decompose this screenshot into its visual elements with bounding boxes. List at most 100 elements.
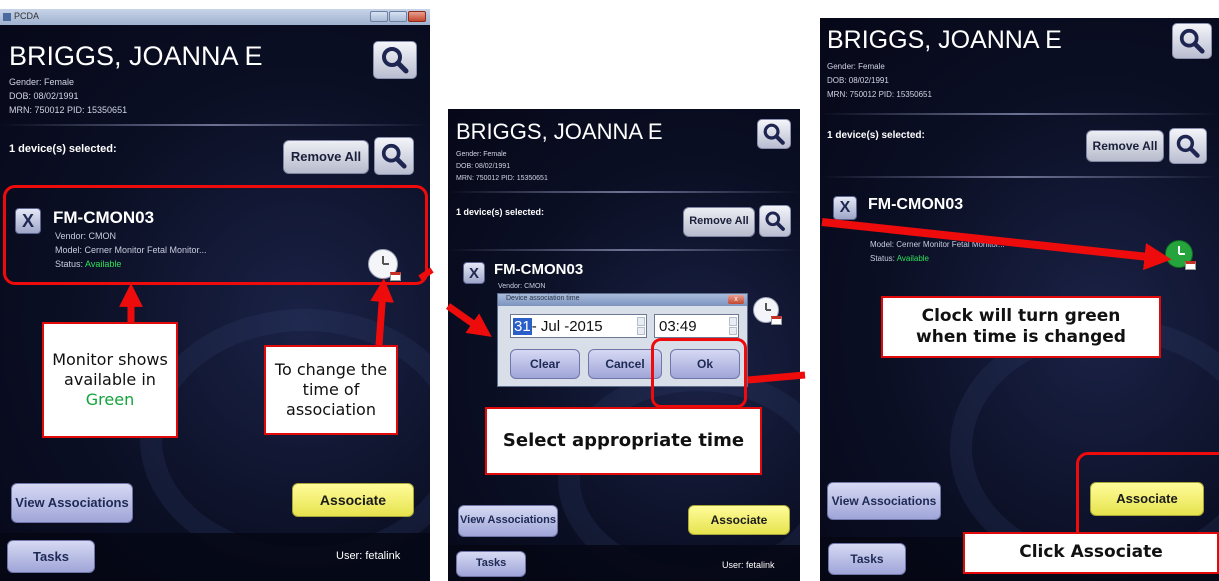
callout-change-time: To change the time of association	[264, 345, 398, 435]
callout-select-time: Select appropriate time	[485, 407, 762, 475]
window-title: PCDA	[14, 11, 40, 21]
cancel-button[interactable]: Cancel	[588, 349, 662, 379]
ok-button[interactable]: Ok	[670, 349, 740, 379]
patient-gender: Gender: Female	[827, 62, 885, 71]
screen-panel-2: BRIGGS, JOANNA E Gender: Female DOB: 08/…	[448, 109, 800, 581]
dialog-titlebar: Device association time x	[498, 294, 747, 306]
device-name: FM-CMON03	[53, 208, 155, 227]
device-status-value: Available	[896, 254, 930, 263]
patient-name: BRIGGS, JOANNA E	[827, 26, 1062, 54]
search-icon	[381, 143, 407, 169]
view-associations-button[interactable]: View Associations	[11, 483, 133, 523]
device-name: FM-CMON03	[494, 261, 584, 278]
device-search-button[interactable]	[759, 205, 791, 237]
time-input[interactable]: 03:49	[654, 314, 739, 338]
tasks-button[interactable]: Tasks	[7, 540, 95, 573]
associate-button[interactable]: Associate	[292, 483, 414, 517]
screen-panel-1: PCDA BRIGGS, JOANNA E Gender: Female DOB…	[0, 9, 430, 581]
clock-calendar-icon[interactable]	[1165, 240, 1196, 270]
device-search-button[interactable]	[1169, 128, 1207, 164]
maximize-icon[interactable]	[389, 11, 407, 22]
remove-device-icon[interactable]: X	[15, 208, 41, 234]
patient-gender: Gender: Female	[456, 151, 507, 158]
associate-button[interactable]: Associate	[1090, 482, 1204, 516]
search-icon	[1176, 134, 1200, 158]
remove-all-button[interactable]: Remove All	[683, 207, 755, 237]
callout-green-word: Green	[85, 390, 135, 409]
window-titlebar: PCDA	[0, 9, 430, 25]
search-icon	[763, 123, 785, 145]
section-divider	[448, 249, 800, 251]
window-close-icon[interactable]: x	[728, 295, 744, 304]
header-divider	[448, 191, 800, 193]
patient-search-button[interactable]	[757, 119, 791, 149]
date-spinner[interactable]	[637, 317, 645, 335]
remove-device-icon[interactable]: X	[463, 262, 485, 284]
patient-search-button[interactable]	[1172, 23, 1212, 59]
patient-name: BRIGGS, JOANNA E	[456, 119, 663, 144]
window-close-icon[interactable]	[408, 11, 426, 22]
callout-monitor-available: Monitor shows available in Green	[42, 322, 178, 438]
window-controls	[370, 11, 426, 22]
view-associations-button[interactable]: View Associations	[827, 482, 941, 520]
date-month-year: - Jul -2015	[531, 317, 603, 335]
patient-ids: MRN: 750012 PID: 15350651	[827, 90, 932, 99]
patient-search-button[interactable]	[373, 41, 417, 79]
device-vendor: Vendor: CMON	[55, 231, 117, 241]
patient-dob: DOB: 08/02/1991	[827, 76, 889, 85]
callout-clock-green: Clock will turn green when time is chang…	[881, 296, 1161, 358]
user-label: User: fetalink	[336, 550, 401, 562]
section-divider	[820, 176, 1219, 178]
device-search-button[interactable]	[374, 137, 414, 175]
devices-selected-label: 1 device(s) selected:	[9, 143, 117, 155]
association-time-dialog: Device association time x 31 - Jul -2015…	[497, 293, 748, 387]
devices-selected-label: 1 device(s) selected:	[456, 207, 545, 217]
device-vendor: Vendor: CMON	[498, 283, 546, 290]
clear-button[interactable]: Clear	[510, 349, 580, 379]
patient-ids: MRN: 750012 PID: 15350651	[9, 105, 128, 115]
device-status: Status: Available	[55, 259, 121, 269]
patient-name: BRIGGS, JOANNA E	[9, 41, 263, 71]
associate-button[interactable]: Associate	[688, 505, 790, 535]
remove-all-button[interactable]: Remove All	[283, 140, 369, 174]
clock-calendar-icon[interactable]	[753, 297, 782, 325]
calendar-badge	[771, 316, 782, 325]
tasks-button[interactable]: Tasks	[456, 551, 526, 577]
date-day-segment[interactable]: 31	[513, 317, 532, 335]
device-model: Model: Cerner Monitor Fetal Monitor...	[55, 245, 207, 255]
footer-bar: Tasks User: fetalink	[0, 533, 430, 581]
view-associations-button[interactable]: View Associations	[458, 505, 558, 537]
calendar-badge	[390, 272, 401, 281]
search-icon	[1179, 28, 1205, 54]
time-spinner[interactable]	[729, 317, 737, 335]
clock-calendar-icon[interactable]	[368, 249, 401, 281]
callout-click-associate: Click Associate	[963, 532, 1219, 574]
date-input[interactable]: 31 - Jul -2015	[510, 314, 647, 338]
time-value: 03:49	[659, 317, 697, 335]
calendar-badge	[1185, 261, 1196, 270]
devices-selected-label: 1 device(s) selected:	[827, 130, 925, 141]
device-name: FM-CMON03	[868, 196, 964, 213]
dialog-title: Device association time	[506, 295, 580, 302]
header-divider	[0, 124, 430, 126]
search-icon	[382, 47, 409, 74]
patient-dob: DOB: 08/02/1991	[9, 91, 79, 101]
patient-dob: DOB: 08/02/1991	[456, 163, 511, 170]
tasks-button[interactable]: Tasks	[828, 543, 906, 575]
patient-gender: Gender: Female	[9, 77, 75, 87]
app-icon	[3, 13, 11, 21]
device-status: Status: Available	[870, 254, 929, 263]
footer-bar: Tasks User: fetalink	[448, 545, 800, 581]
device-model: Model: Cerner Monitor Fetal Monitor...	[870, 240, 1005, 249]
user-label: User: fetalink	[722, 560, 775, 570]
device-status-prefix: Status:	[870, 254, 895, 263]
callout-monitor-text: Monitor shows available in	[52, 350, 168, 389]
device-status-prefix: Status:	[55, 259, 84, 269]
remove-all-button[interactable]: Remove All	[1086, 130, 1164, 162]
patient-ids: MRN: 750012 PID: 15350651	[456, 175, 548, 182]
device-status-value: Available	[85, 259, 122, 269]
remove-device-icon[interactable]: X	[833, 196, 857, 220]
search-icon	[765, 211, 785, 231]
minimize-icon[interactable]	[370, 11, 388, 22]
header-divider	[820, 113, 1219, 115]
